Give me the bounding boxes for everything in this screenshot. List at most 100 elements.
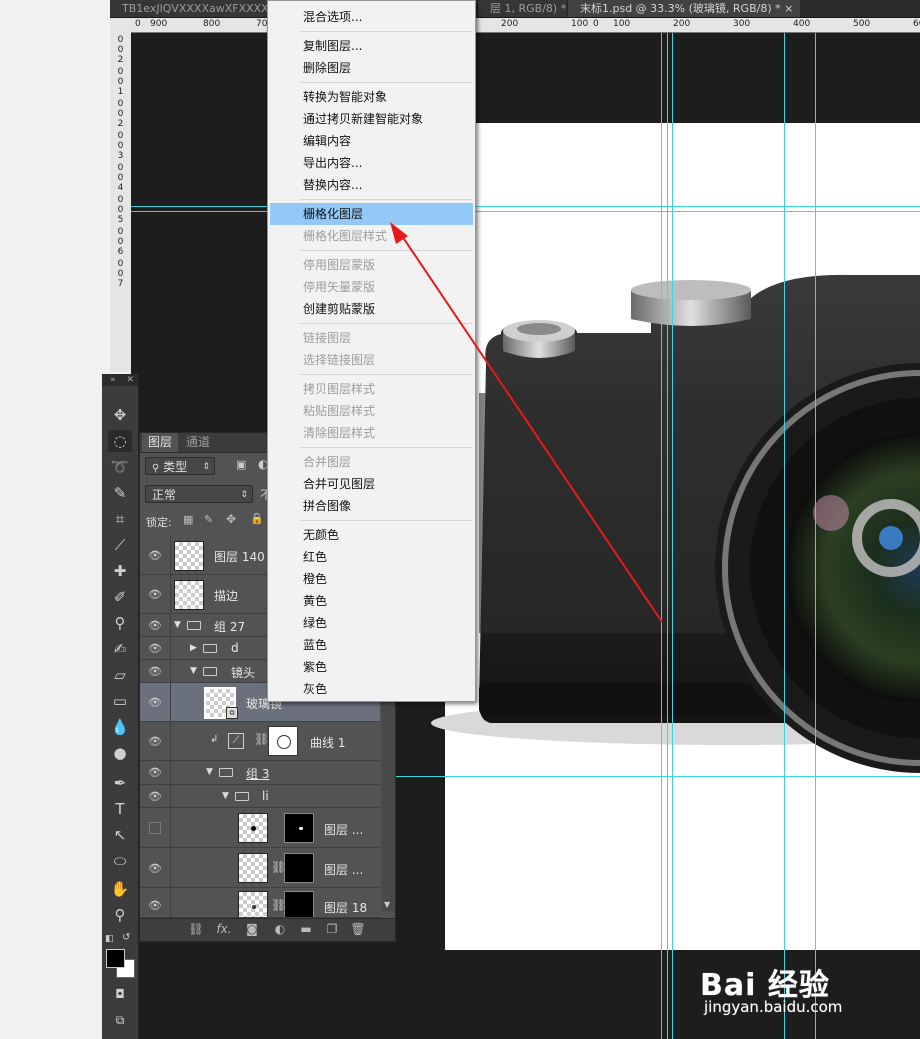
context-menu-item[interactable]: 创建剪贴蒙版	[270, 298, 473, 320]
link-layers-icon[interactable]: ⛓	[188, 922, 204, 936]
context-menu-item[interactable]: 通过拷贝新建智能对象	[270, 108, 473, 130]
history-brush-tool-icon[interactable]: ✍	[108, 638, 132, 660]
visibility-eye-icon[interactable]: 👁	[148, 696, 162, 709]
screen-mode-icon[interactable]: ⧉	[108, 1009, 132, 1031]
guide-vertical[interactable]	[672, 33, 673, 1039]
crop-tool-icon[interactable]: ⌗	[108, 508, 132, 530]
group-expanded-icon[interactable]: ▼	[206, 767, 213, 777]
gradient-tool-icon[interactable]: ▭	[108, 690, 132, 712]
context-menu-item[interactable]: 栅格化图层	[270, 203, 473, 225]
lock-transparent-icon[interactable]: ▦	[183, 513, 193, 526]
context-menu-item[interactable]: 复制图层...	[270, 35, 473, 57]
eraser-tool-icon[interactable]: ▱	[108, 664, 132, 686]
guide-vertical[interactable]	[784, 33, 785, 1039]
visibility-toggle-hidden[interactable]	[149, 822, 161, 834]
group-collapsed-icon[interactable]: ▶	[190, 643, 197, 653]
clone-stamp-tool-icon[interactable]: ⚲	[108, 612, 132, 634]
lock-pixels-icon[interactable]: ✎	[204, 513, 213, 526]
context-menu-item[interactable]: 转换为智能对象	[270, 86, 473, 108]
layer-row[interactable]: 👁 ⛓ 图层 ...	[140, 848, 380, 888]
dodge-tool-icon[interactable]: ●	[108, 742, 132, 764]
hand-tool-icon[interactable]: ✋	[108, 878, 132, 900]
guide-vertical[interactable]	[667, 33, 668, 1039]
delete-layer-icon[interactable]: 🗑	[350, 922, 366, 936]
context-menu-item[interactable]: 替换内容...	[270, 174, 473, 196]
context-menu-item[interactable]: 橙色	[270, 568, 473, 590]
layer-group-row[interactable]: 👁 ▼ li	[140, 785, 380, 808]
close-icon[interactable]: ✕	[126, 374, 134, 386]
context-menu-item[interactable]: 紫色	[270, 656, 473, 678]
visibility-eye-icon[interactable]: 👁	[148, 665, 162, 678]
type-tool-icon[interactable]: T	[108, 798, 132, 820]
healing-brush-tool-icon[interactable]: ✚	[108, 560, 132, 582]
context-menu-item[interactable]: 合并可见图层	[270, 473, 473, 495]
new-layer-icon[interactable]: ❐	[324, 922, 340, 936]
ruler-corner[interactable]	[110, 18, 132, 33]
visibility-eye-icon[interactable]: 👁	[148, 899, 162, 912]
ruler-horizontal[interactable]: 0900800700600200100010020030040050060070…	[131, 18, 920, 33]
group-expanded-icon[interactable]: ▼	[174, 620, 181, 630]
pen-tool-icon[interactable]: ✒	[108, 772, 132, 794]
guide-vertical[interactable]	[815, 33, 816, 1039]
quick-selection-tool-icon[interactable]: ✎	[108, 482, 132, 504]
guide-horizontal[interactable]	[131, 211, 920, 212]
context-menu-item[interactable]: 灰色	[270, 678, 473, 700]
guide-horizontal[interactable]	[131, 206, 920, 207]
document-tab-2[interactable]: 层 1, RGB/8) *	[477, 0, 580, 17]
visibility-eye-icon[interactable]: 👁	[148, 862, 162, 875]
lasso-tool-icon[interactable]: ➰	[108, 456, 132, 478]
lock-position-icon[interactable]: ✥	[226, 512, 236, 526]
tab-layers[interactable]: 图层	[142, 433, 179, 452]
brush-tool-icon[interactable]: ✐	[108, 586, 132, 608]
context-menu-item[interactable]: 拼合图像	[270, 495, 473, 517]
move-tool-icon[interactable]: ✥	[108, 404, 132, 426]
ellipse-shape-tool-icon[interactable]: ⬭	[108, 850, 132, 872]
visibility-eye-icon[interactable]: 👁	[148, 735, 162, 748]
eyedropper-tool-icon[interactable]: ⟋	[108, 534, 132, 556]
guide-vertical[interactable]	[661, 33, 662, 1039]
elliptical-marquee-tool-icon[interactable]: ◌	[108, 430, 132, 452]
layer-row[interactable]: 图层 ...	[140, 808, 380, 848]
visibility-eye-icon[interactable]: 👁	[148, 549, 162, 562]
visibility-eye-icon[interactable]: 👁	[148, 790, 162, 803]
layer-style-fx-icon[interactable]: fx.	[216, 922, 232, 936]
new-adjustment-layer-icon[interactable]: ◐	[272, 922, 288, 936]
tools-panel-header[interactable]: » ✕	[102, 374, 138, 386]
context-menu-item[interactable]: 红色	[270, 546, 473, 568]
context-menu-item[interactable]: 混合选项...	[270, 6, 473, 28]
adjustment-layer-row[interactable]: 👁 ↲ ⟋ ⛓ 曲线 1	[140, 722, 380, 761]
context-menu-item[interactable]: 导出内容...	[270, 152, 473, 174]
layer-group-row[interactable]: 👁 ▼ 组 3	[140, 761, 380, 785]
visibility-eye-icon[interactable]: 👁	[148, 619, 162, 632]
context-menu-item[interactable]: 删除图层	[270, 57, 473, 79]
visibility-eye-icon[interactable]: 👁	[148, 766, 162, 779]
blend-mode-select[interactable]: 正常 ⇕	[145, 485, 253, 503]
image-filter-icon[interactable]: ▣	[236, 458, 246, 471]
blur-tool-icon[interactable]: 💧	[108, 716, 132, 738]
swap-colors-icon[interactable]: ↺	[122, 932, 130, 943]
filter-kind-select[interactable]: ⚲ 类型 ⇕	[145, 457, 215, 475]
context-menu-item[interactable]: 蓝色	[270, 634, 473, 656]
lock-all-icon[interactable]: 🔒	[250, 512, 264, 525]
link-icon[interactable]: ⛓	[254, 732, 269, 746]
foreground-color-swatch[interactable]	[106, 949, 125, 968]
collapse-icon[interactable]: »	[110, 374, 116, 386]
context-menu-item[interactable]: 黄色	[270, 590, 473, 612]
document-tab-active[interactable]: 末标1.psd @ 33.3% (玻璃镜, RGB/8) * ×	[567, 0, 800, 17]
document-tab-1[interactable]: TB1exJlQVXXXXawXFXXXX	[110, 0, 278, 17]
new-group-icon[interactable]: ▬	[298, 922, 314, 936]
context-menu-item[interactable]: 编辑内容	[270, 130, 473, 152]
ruler-vertical[interactable]: 002001002003004005006007	[110, 32, 132, 372]
visibility-eye-icon[interactable]: 👁	[148, 588, 162, 601]
context-menu-item[interactable]: 绿色	[270, 612, 473, 634]
tab-channels[interactable]: 通道	[180, 433, 216, 452]
path-selection-tool-icon[interactable]: ↖	[108, 824, 132, 846]
add-mask-icon[interactable]: ◙	[244, 922, 260, 936]
group-expanded-icon[interactable]: ▼	[190, 666, 197, 676]
group-expanded-icon[interactable]: ▼	[222, 791, 229, 801]
quick-mask-icon[interactable]: ◘	[108, 983, 132, 1005]
scroll-down-icon[interactable]: ▼	[384, 900, 390, 909]
default-colors-icon[interactable]: ◧	[105, 934, 115, 944]
zoom-tool-icon[interactable]: ⚲	[108, 904, 132, 926]
layer-row[interactable]: 👁 ⛓ 图层 18	[140, 888, 380, 918]
